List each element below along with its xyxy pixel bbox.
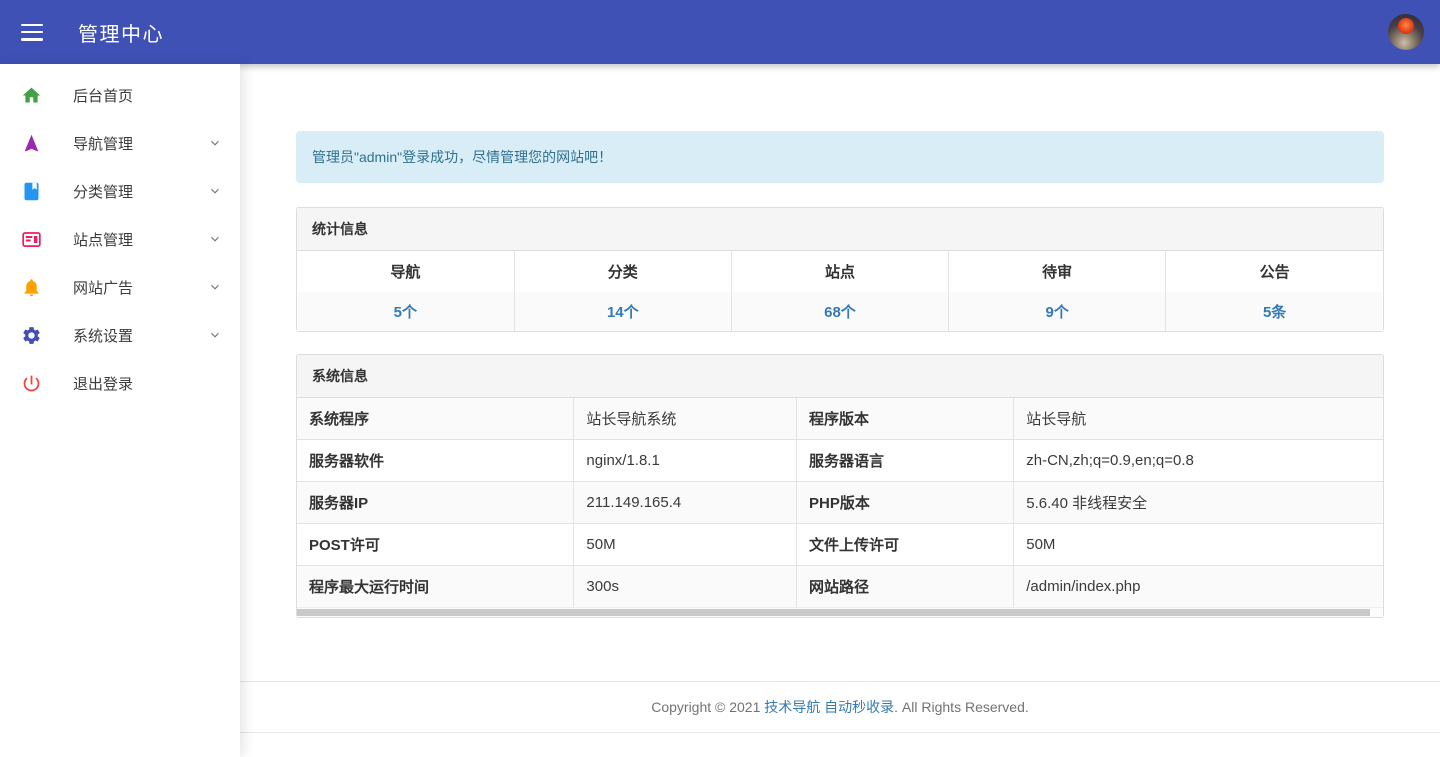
- sys-value: 300s: [574, 566, 797, 608]
- chevron-down-icon: [208, 328, 222, 342]
- book-icon: [21, 180, 43, 202]
- sys-label: 服务器IP: [297, 482, 574, 524]
- chevron-down-icon: [208, 184, 222, 198]
- stats-card-title: 统计信息: [297, 208, 1383, 251]
- copyright-prefix: Copyright © 2021: [651, 699, 764, 715]
- sys-label: 程序版本: [797, 398, 1014, 440]
- stats-col-header-pending: 待审: [949, 251, 1166, 292]
- stats-table: 导航 分类 站点 待审 公告 5个 14个 68个 9个 5条: [297, 251, 1383, 331]
- sidebar-item-label: 导航管理: [73, 133, 208, 154]
- alert-message: 管理员"admin"登录成功，尽情管理您的网站吧！: [312, 149, 612, 165]
- sys-value: 站长导航系统: [574, 398, 797, 440]
- sys-value: nginx/1.8.1: [574, 440, 797, 482]
- sidebar-item-category-manage[interactable]: 分类管理: [0, 167, 240, 215]
- stats-col-header-site: 站点: [731, 251, 948, 292]
- table-row: 系统程序 站长导航系统 程序版本 站长导航: [297, 398, 1383, 440]
- stats-col-header-nav: 导航: [297, 251, 514, 292]
- avatar-emblem: [1398, 18, 1414, 34]
- stats-col-header-announce: 公告: [1166, 251, 1383, 292]
- sys-value: 5.6.40 非线程安全: [1014, 482, 1383, 524]
- footer: Copyright © 2021 技术导航 自动秒收录. All Rights …: [240, 681, 1440, 733]
- avatar[interactable]: [1388, 14, 1424, 50]
- sidebar: 后台首页 导航管理 分类管理: [0, 64, 240, 757]
- sys-label: POST许可: [297, 524, 574, 566]
- stats-value-category-link[interactable]: 14个: [607, 304, 639, 321]
- sys-label: PHP版本: [797, 482, 1014, 524]
- stats-value-row: 5个 14个 68个 9个 5条: [297, 292, 1383, 331]
- sidebar-item-logout[interactable]: 退出登录: [0, 359, 240, 407]
- sys-label: 服务器语言: [797, 440, 1014, 482]
- stats-value-site-link[interactable]: 68个: [824, 304, 856, 321]
- stats-value-pending-link[interactable]: 9个: [1045, 304, 1068, 321]
- scrollbar-thumb[interactable]: [297, 609, 1370, 616]
- stats-value-nav-link[interactable]: 5个: [394, 304, 417, 321]
- sys-label: 服务器软件: [297, 440, 574, 482]
- sys-value: 站长导航: [1014, 398, 1383, 440]
- table-row: 程序最大运行时间 300s 网站路径 /admin/index.php: [297, 566, 1383, 608]
- sys-label: 系统程序: [297, 398, 574, 440]
- sys-label: 网站路径: [797, 566, 1014, 608]
- copyright-suffix: . All Rights Reserved.: [894, 699, 1029, 715]
- site-list-icon: [21, 228, 43, 250]
- gear-icon: [21, 324, 43, 346]
- table-row: 服务器软件 nginx/1.8.1 服务器语言 zh-CN,zh;q=0.9,e…: [297, 440, 1383, 482]
- sidebar-item-label: 系统设置: [73, 325, 208, 346]
- horizontal-scrollbar[interactable]: [297, 607, 1383, 617]
- chevron-down-icon: [208, 232, 222, 246]
- sys-value: 50M: [574, 524, 797, 566]
- sidebar-item-label: 网站广告: [73, 277, 208, 298]
- bell-icon: [21, 276, 43, 298]
- main-content: 管理员"admin"登录成功，尽情管理您的网站吧！ 统计信息 导航 分类 站点 …: [240, 64, 1440, 757]
- stats-card: 统计信息 导航 分类 站点 待审 公告 5个 14个 68个: [296, 207, 1384, 332]
- navigation-icon: [21, 132, 43, 154]
- sidebar-item-home[interactable]: 后台首页: [0, 71, 240, 119]
- sys-value: 50M: [1014, 524, 1383, 566]
- menu-icon[interactable]: [21, 24, 43, 41]
- stats-value-announce-link[interactable]: 5条: [1263, 304, 1286, 321]
- power-icon: [21, 372, 43, 394]
- chevron-down-icon: [208, 280, 222, 294]
- stats-col-header-category: 分类: [514, 251, 731, 292]
- system-info-card: 系统信息 系统程序 站长导航系统 程序版本 站长导航 服务器软件 nginx/1…: [296, 354, 1384, 618]
- system-info-table: 系统程序 站长导航系统 程序版本 站长导航 服务器软件 nginx/1.8.1 …: [297, 398, 1383, 607]
- sys-label: 文件上传许可: [797, 524, 1014, 566]
- sys-value: 211.149.165.4: [574, 482, 797, 524]
- sidebar-item-site-manage[interactable]: 站点管理: [0, 215, 240, 263]
- home-icon: [21, 84, 43, 106]
- sidebar-item-label: 站点管理: [73, 229, 208, 250]
- sidebar-item-label: 分类管理: [73, 181, 208, 202]
- chevron-down-icon: [208, 136, 222, 150]
- sidebar-item-system-settings[interactable]: 系统设置: [0, 311, 240, 359]
- app-title: 管理中心: [78, 18, 164, 47]
- topbar: 管理中心: [0, 0, 1440, 64]
- login-success-alert: 管理员"admin"登录成功，尽情管理您的网站吧！: [296, 131, 1384, 183]
- system-card-title: 系统信息: [297, 355, 1383, 398]
- table-row: 服务器IP 211.149.165.4 PHP版本 5.6.40 非线程安全: [297, 482, 1383, 524]
- table-row: POST许可 50M 文件上传许可 50M: [297, 524, 1383, 566]
- sidebar-item-nav-manage[interactable]: 导航管理: [0, 119, 240, 167]
- sys-value: zh-CN,zh;q=0.9,en;q=0.8: [1014, 440, 1383, 482]
- sidebar-item-label: 退出登录: [73, 373, 222, 394]
- sys-label: 程序最大运行时间: [297, 566, 574, 608]
- sidebar-item-site-ads[interactable]: 网站广告: [0, 263, 240, 311]
- sys-value: /admin/index.php: [1014, 566, 1383, 608]
- footer-link[interactable]: 技术导航 自动秒收录: [764, 699, 894, 715]
- sidebar-item-label: 后台首页: [73, 85, 222, 106]
